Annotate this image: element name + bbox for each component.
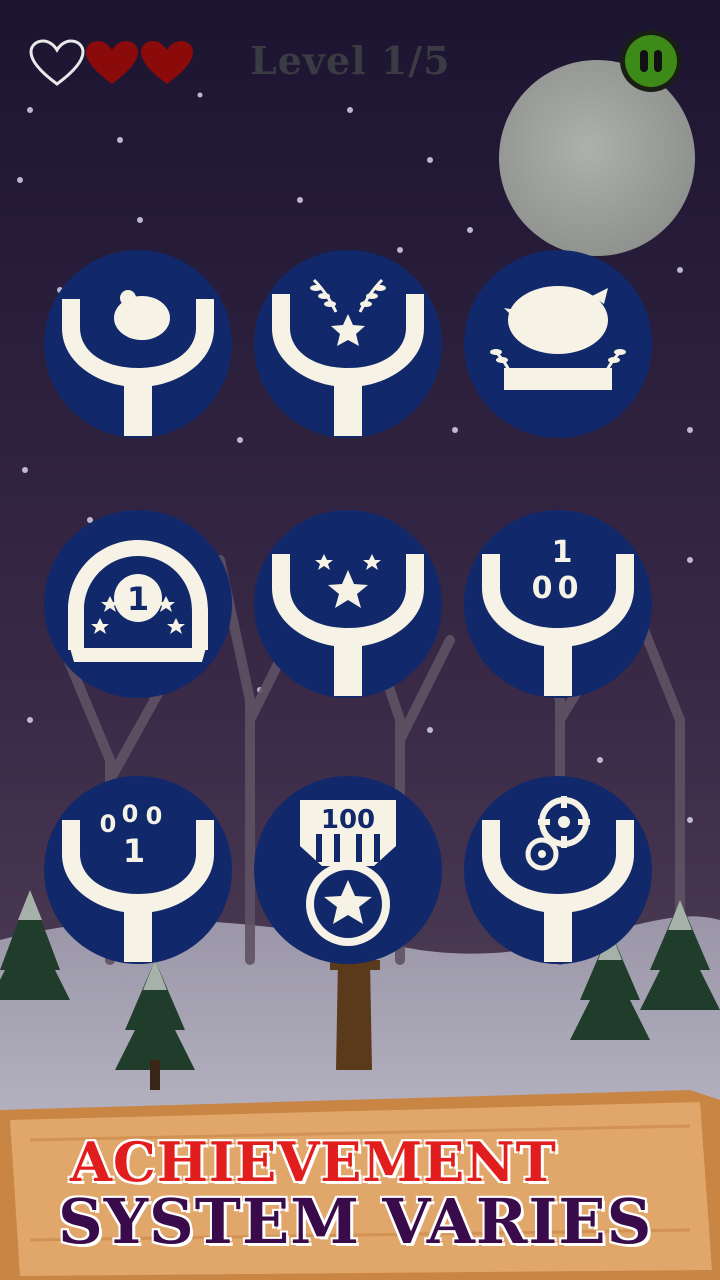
achievement-badge-crosshair[interactable] — [464, 776, 652, 964]
svg-text:1: 1 — [127, 580, 149, 618]
heart-full-icon — [141, 41, 193, 84]
svg-text:100: 100 — [321, 805, 375, 835]
svg-text:0: 0 — [122, 800, 139, 828]
svg-text:0: 0 — [146, 802, 163, 830]
achievement-badge-rank-one[interactable]: 1 — [44, 510, 232, 698]
pause-icon — [625, 35, 677, 87]
achievement-badge-100[interactable]: 1 0 0 — [464, 510, 652, 698]
level-indicator: Level 1/5 — [250, 38, 451, 83]
svg-text:0: 0 — [558, 571, 579, 606]
achievement-badge-pig-laurel[interactable] — [464, 250, 652, 438]
pause-button[interactable] — [620, 30, 682, 92]
banner-title-line2: SYSTEM VARIES — [58, 1185, 653, 1258]
svg-text:1: 1 — [552, 535, 573, 570]
achievement-badge-slingshot-laurel[interactable] — [254, 250, 442, 438]
achievement-badge-medal-100[interactable]: 100 — [254, 776, 442, 964]
achievement-badge-slingshot-bird[interactable] — [44, 250, 232, 438]
heart-empty-icon — [29, 39, 85, 86]
achievement-badge-three-stars[interactable] — [254, 510, 442, 698]
hud: Level 1/5 — [0, 0, 720, 120]
svg-text:0: 0 — [100, 810, 117, 838]
svg-text:1: 1 — [123, 832, 145, 870]
heart-full-icon — [86, 41, 138, 84]
svg-text:0: 0 — [532, 571, 553, 606]
achievement-badge-1000[interactable]: 0 0 0 1 — [44, 776, 232, 964]
